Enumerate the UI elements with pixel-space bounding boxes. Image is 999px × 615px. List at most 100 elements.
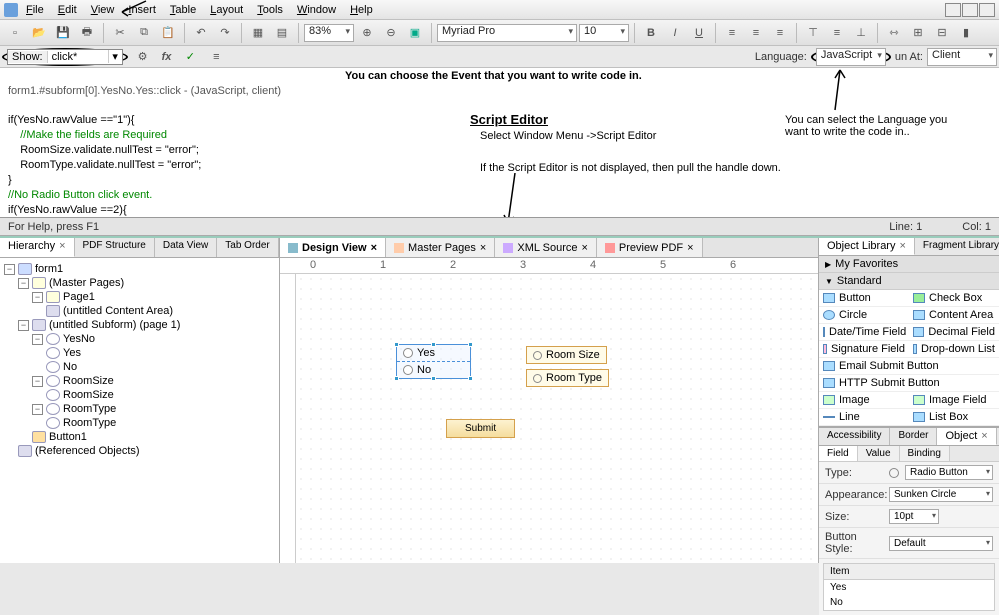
close-icon[interactable]: × (480, 242, 486, 254)
lib-standard[interactable]: ▼Standard (819, 273, 999, 290)
tree-subform[interactable]: (untitled Subform) (page 1) (49, 319, 180, 331)
check-icon[interactable]: ✓ (179, 46, 201, 68)
group-icon[interactable]: ⊞ (907, 22, 929, 44)
ungroup-icon[interactable]: ⊟ (931, 22, 953, 44)
tree-untitled-content[interactable]: (untitled Content Area) (63, 305, 173, 317)
redo-icon[interactable]: ↷ (214, 22, 236, 44)
restore-icon[interactable] (962, 3, 978, 17)
palette-email-submit[interactable]: Email Submit Button (819, 358, 999, 375)
minimize-icon[interactable] (945, 3, 961, 17)
palette-http-submit[interactable]: HTTP Submit Button (819, 375, 999, 392)
open-icon[interactable]: 📂 (28, 22, 50, 44)
close-icon[interactable] (979, 3, 995, 17)
copy-icon[interactable]: ⧉ (133, 22, 155, 44)
tab-data-view[interactable]: Data View (155, 238, 217, 257)
tree-roomtype-item[interactable]: RoomType (63, 417, 116, 429)
palette-content-area[interactable]: Content Area (909, 307, 999, 324)
button-style-select[interactable]: Default (889, 536, 993, 551)
underline-icon[interactable]: U (688, 22, 710, 44)
list-item[interactable]: No (824, 595, 994, 610)
subtab-field[interactable]: Field (819, 446, 858, 461)
close-icon[interactable]: × (687, 242, 693, 254)
chevron-down-icon[interactable]: ▾ (108, 50, 122, 63)
code-content[interactable]: form1.#subform[0].YesNo.Yes::click - (Ja… (0, 68, 999, 218)
close-icon[interactable]: × (581, 242, 587, 254)
hierarchy-tree[interactable]: −form1 −(Master Pages) −Page1 (untitled … (0, 258, 279, 563)
collapse-icon[interactable]: − (32, 376, 43, 387)
radio-icon[interactable] (403, 365, 413, 375)
tab-hierarchy[interactable]: Hierarchy× (0, 238, 75, 257)
undo-icon[interactable]: ↶ (190, 22, 212, 44)
palette-image-field[interactable]: Image Field (909, 392, 999, 409)
tree-form1[interactable]: form1 (35, 263, 63, 275)
script-editor-pane[interactable]: form1.#subform[0].YesNo.Yes::click - (Ja… (0, 68, 999, 218)
align-center-icon[interactable]: ≡ (745, 22, 767, 44)
zoom-select[interactable]: 83% (304, 24, 354, 42)
fx-icon[interactable]: fx (158, 51, 176, 63)
list-item[interactable]: Yes (824, 580, 994, 595)
size-input[interactable]: 10pt (889, 509, 939, 524)
type-select[interactable]: Radio Button (905, 465, 993, 480)
paste-icon[interactable]: 📋 (157, 22, 179, 44)
collapse-icon[interactable]: − (32, 404, 43, 415)
palette-datetime[interactable]: Date/Time Field (819, 324, 909, 341)
new-icon[interactable]: ▫ (4, 22, 26, 44)
fit-icon[interactable]: ▣ (404, 22, 426, 44)
library-icon[interactable]: ▤ (271, 22, 293, 44)
save-icon[interactable]: 💾 (52, 22, 74, 44)
valign-top-icon[interactable]: ⊤ (802, 22, 824, 44)
align-right-icon[interactable]: ≡ (769, 22, 791, 44)
tab-xml-source[interactable]: XML Source× (495, 238, 597, 257)
menu-tools[interactable]: Tools (251, 2, 289, 18)
tab-fragment-library[interactable]: Fragment Library (915, 238, 999, 255)
subtab-binding[interactable]: Binding (900, 446, 950, 461)
font-size-select[interactable]: 10 (579, 24, 629, 42)
tab-object[interactable]: Object× (937, 428, 996, 445)
subtab-value[interactable]: Value (858, 446, 900, 461)
table-icon[interactable]: ▦ (247, 22, 269, 44)
close-icon[interactable]: × (371, 242, 377, 254)
zoom-in-icon[interactable]: ⊕ (356, 22, 378, 44)
bold-icon[interactable]: B (640, 22, 662, 44)
menu-table[interactable]: Table (164, 2, 202, 18)
tab-design-view[interactable]: Design View× (280, 238, 386, 257)
tree-no[interactable]: No (63, 361, 77, 373)
valign-mid-icon[interactable]: ≡ (826, 22, 848, 44)
palette-image[interactable]: Image (819, 392, 909, 409)
tree-button1[interactable]: Button1 (49, 431, 87, 443)
tree-yesno[interactable]: YesNo (63, 333, 95, 345)
menu-view[interactable]: View (85, 2, 121, 18)
collapse-icon[interactable]: − (18, 320, 29, 331)
menu-layout[interactable]: Layout (204, 2, 249, 18)
collapse-icon[interactable]: − (18, 278, 29, 289)
menu-window[interactable]: Window (291, 2, 342, 18)
cut-icon[interactable]: ✂ (109, 22, 131, 44)
italic-icon[interactable]: I (664, 22, 686, 44)
show-event-select[interactable]: Show: click* ▾ (7, 49, 123, 65)
script-icon[interactable]: ≡ (205, 46, 227, 68)
zoom-out-icon[interactable]: ⊖ (380, 22, 402, 44)
distribute-icon[interactable]: ⇿ (883, 22, 905, 44)
palette-listbox[interactable]: List Box (909, 409, 999, 426)
appearance-select[interactable]: Sunken Circle (889, 487, 993, 502)
lib-my-favorites[interactable]: ▶My Favorites (819, 256, 999, 273)
menu-insert[interactable]: Insert (122, 2, 162, 18)
yesno-radio-group[interactable]: Yes No (396, 344, 471, 379)
highlight-icon[interactable]: ▮ (955, 22, 977, 44)
language-select[interactable]: JavaScript (816, 48, 886, 66)
tree-page1[interactable]: Page1 (63, 291, 95, 303)
tab-preview-pdf[interactable]: Preview PDF× (597, 238, 703, 257)
palette-checkbox[interactable]: Check Box (909, 290, 999, 307)
roomtype-field[interactable]: Room Type (526, 369, 609, 387)
function-icon[interactable]: ⚙ (132, 46, 154, 68)
submit-button[interactable]: Submit (446, 419, 515, 438)
tab-pdf-structure[interactable]: PDF Structure (75, 238, 155, 257)
tree-master-pages[interactable]: (Master Pages) (49, 277, 124, 289)
palette-line[interactable]: Line (819, 409, 909, 426)
palette-dropdown[interactable]: Drop-down List (909, 341, 999, 358)
palette-button[interactable]: Button (819, 290, 909, 307)
palette-signature[interactable]: Signature Field (819, 341, 909, 358)
tree-roomsize-item[interactable]: RoomSize (63, 389, 114, 401)
tab-accessibility[interactable]: Accessibility (819, 428, 890, 445)
tab-master-pages[interactable]: Master Pages× (386, 238, 495, 257)
